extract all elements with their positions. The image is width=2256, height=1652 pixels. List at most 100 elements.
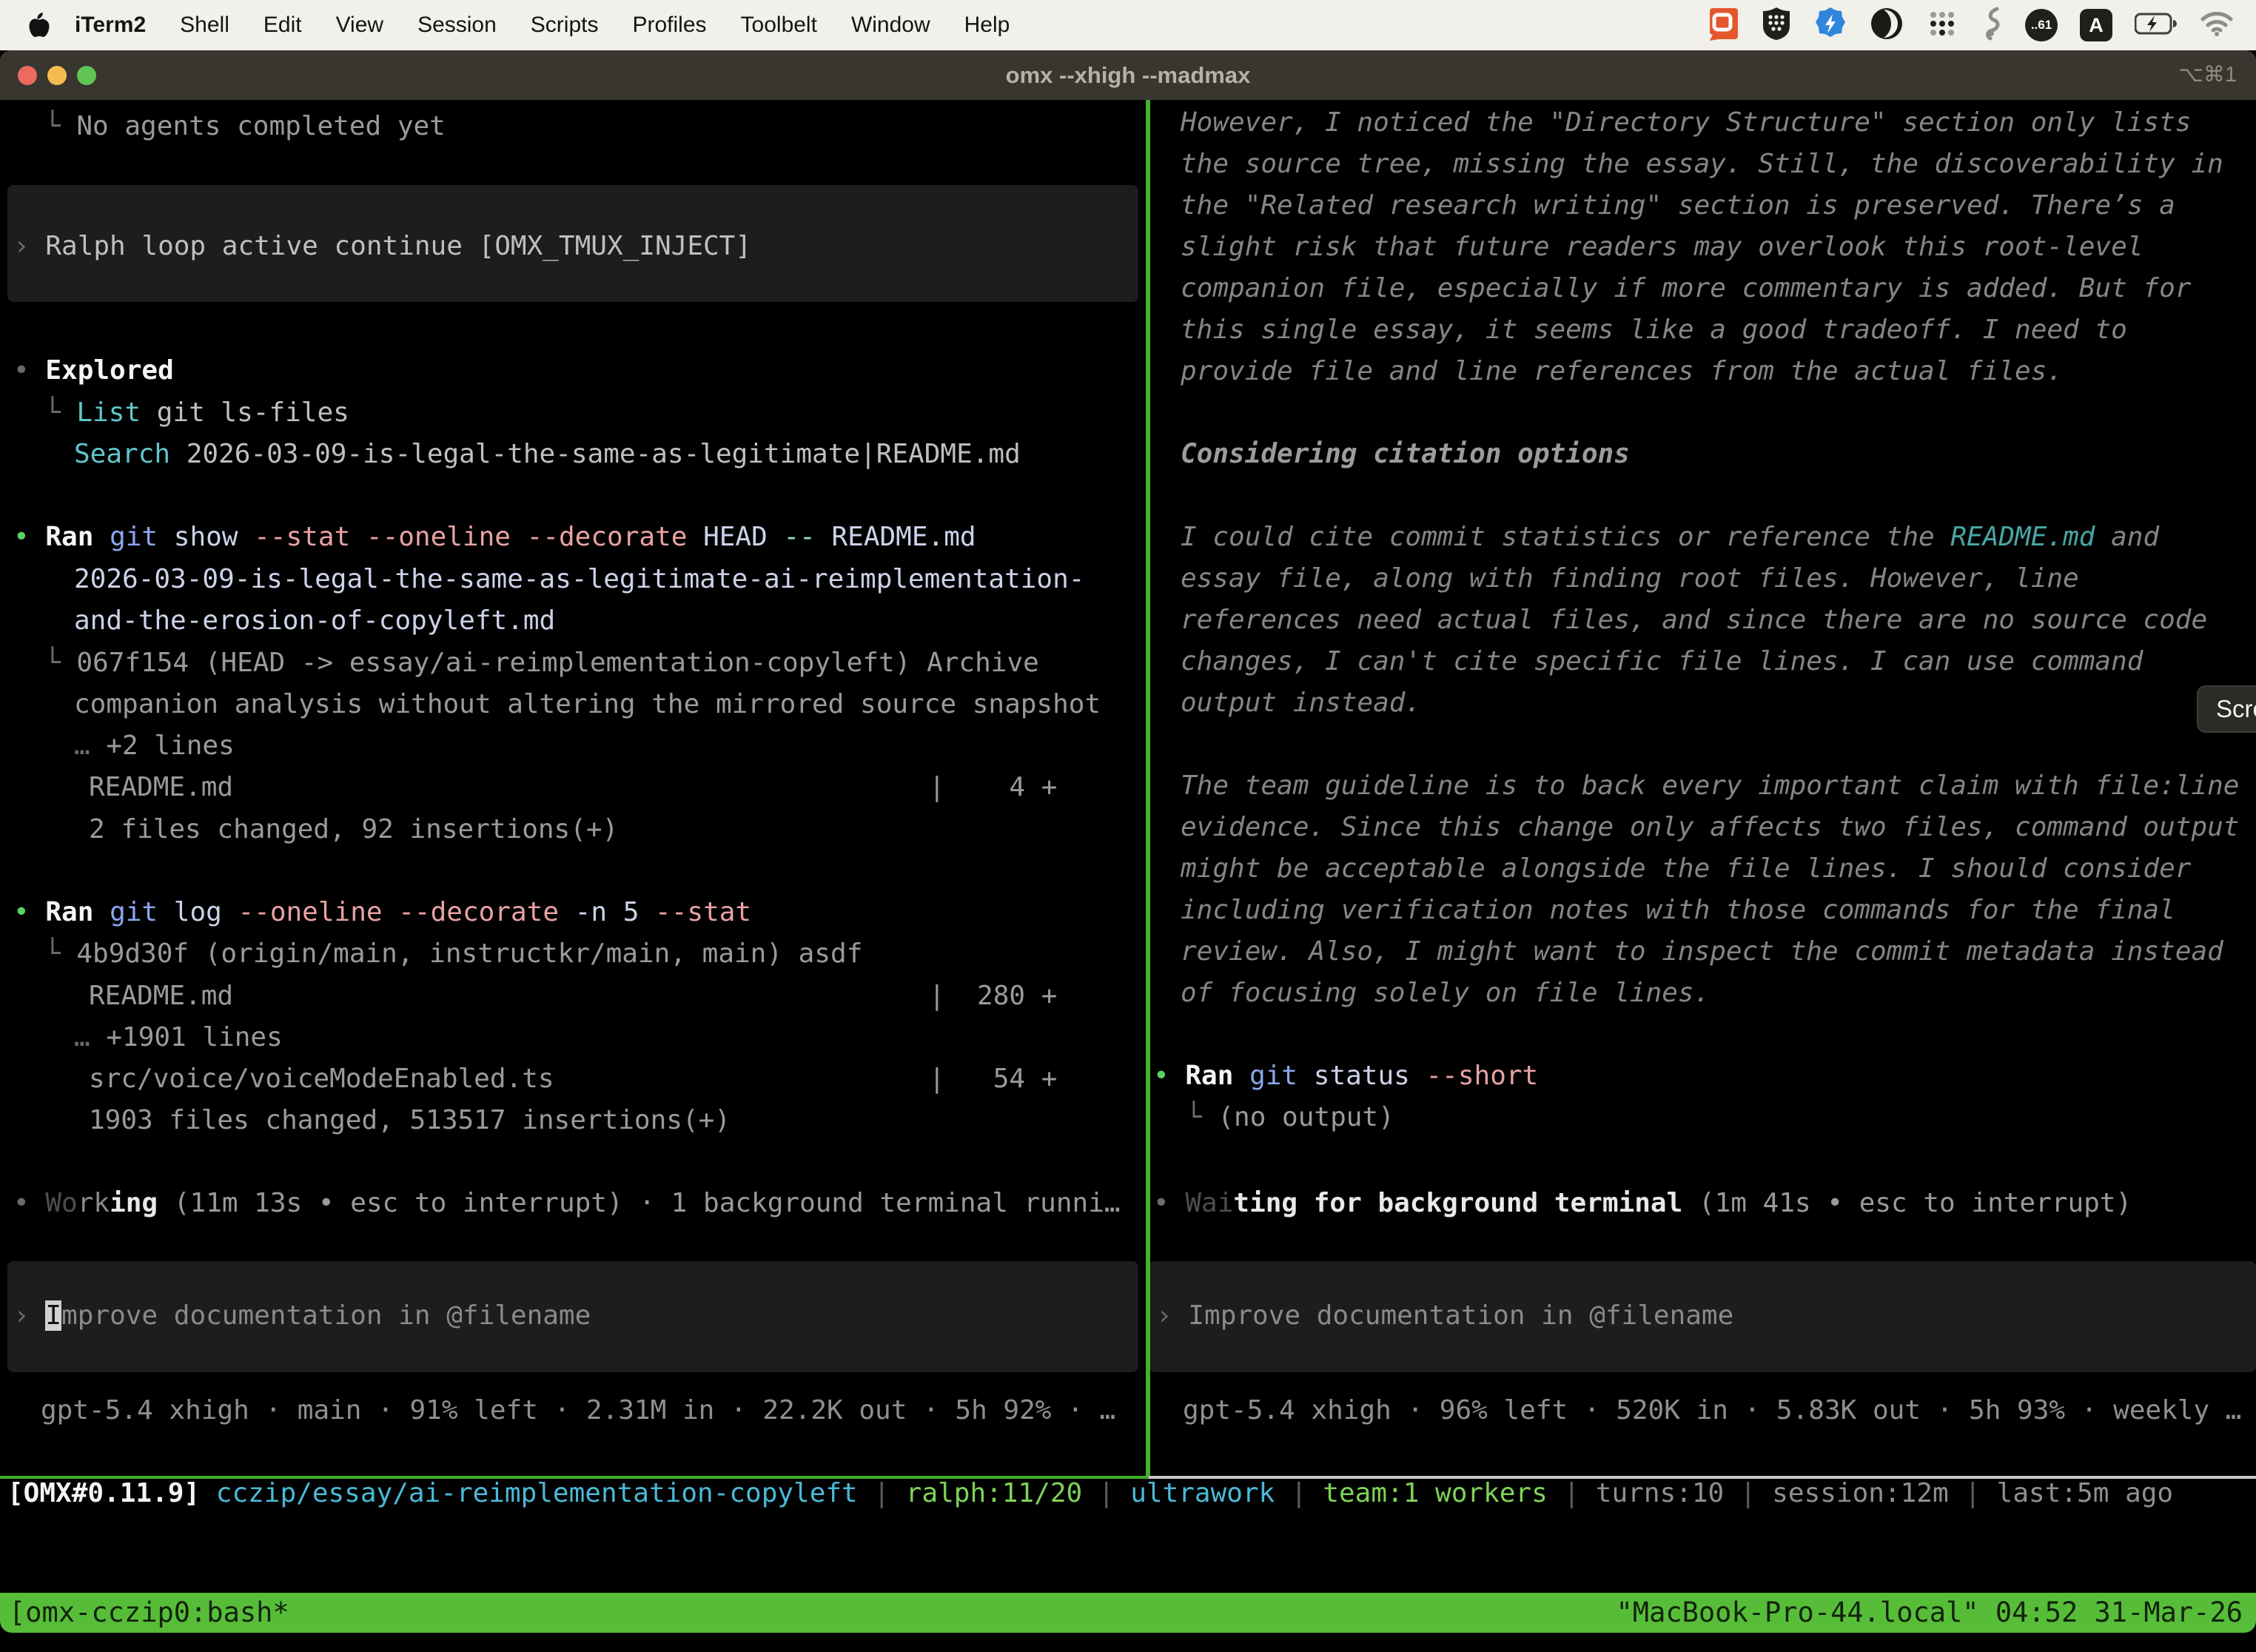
text-segment: ultrawork (1130, 1478, 1275, 1508)
text-segment: ting for background terminal (1233, 1188, 1682, 1218)
menu-item-edit[interactable]: Edit (246, 13, 319, 38)
text-segment: └ (44, 397, 76, 428)
menu-item-profiles[interactable]: Profiles (615, 13, 723, 38)
text-segment: status (1297, 1061, 1426, 1091)
citation-line-3: references need actual files, and since … (1181, 601, 2207, 639)
text-segment[interactable]: › (13, 1300, 45, 1331)
menu-item-shell[interactable]: Shell (163, 13, 246, 38)
text-segment: -- (783, 522, 815, 552)
text-segment: └ (44, 111, 76, 141)
text-segment: I could cite commit statistics or refere… (1181, 522, 1950, 552)
text-segment: gpt-5.4 xhigh · main · 91% left · 2.31M … (41, 1395, 1115, 1426)
menu-status-icons: ..61 A (1705, 7, 2256, 44)
reasoning-heading: Considering citation options (1181, 435, 1630, 474)
text-segment: of focusing solely on file lines. (1181, 978, 1710, 1008)
explored-search-line: Search 2026-03-09-is-legal-the-same-as-l… (74, 435, 1021, 474)
text-segment: | (1548, 1478, 1596, 1508)
text-segment: companion file, especially if more comme… (1181, 273, 2191, 303)
text-segment: provide file and line references from th… (1181, 356, 2063, 386)
agents-completed-line: └ No agents completed yet (44, 107, 446, 146)
screen: iTerm2ShellEditViewSessionScriptsProfile… (0, 0, 2256, 1652)
tmux-session-label: [omx-cczip0:bash* (9, 1593, 289, 1633)
diffstat-summary-line-2: 1903 files changed, 513517 insertions(+) (89, 1101, 731, 1140)
explored-list-line: └ List git ls-files (44, 394, 349, 432)
text-segment[interactable]: mprove documentation in @filename (61, 1300, 591, 1331)
text-segment: -n 5 (559, 897, 655, 927)
shield-grid-icon[interactable] (1762, 7, 1791, 44)
menu-item-iterm2[interactable]: iTerm2 (58, 13, 163, 38)
text-segment: cczip/essay/ai-reimplementation-copyleft (216, 1478, 858, 1508)
text-segment: 2 files changed, 92 insertions(+) (89, 814, 618, 845)
text-segment: --oneline (238, 897, 382, 927)
text-segment: +1901 lines (106, 1022, 282, 1052)
ralph-loop-injected-prompt[interactable]: › Ralph loop active continue [OMX_TMUX_I… (13, 227, 751, 266)
menu-item-view[interactable]: View (319, 13, 400, 38)
diffstat-voice-file-line: src/voice/voiceModeEnabled.ts (89, 1060, 554, 1098)
text-segment: slight risk that future readers may over… (1181, 232, 2143, 262)
text-segment (200, 1478, 216, 1508)
reasoning-line-6: this single essay, it seems like a good … (1181, 311, 2127, 349)
prompt-input-right[interactable]: › Improve documentation in @filename (1156, 1297, 1733, 1335)
menu-item-scripts[interactable]: Scripts (514, 13, 616, 38)
chat-icon[interactable] (1705, 7, 1739, 44)
text-segment[interactable]: I (45, 1300, 61, 1331)
text-segment[interactable]: › (13, 231, 45, 261)
text-segment: └ (44, 648, 76, 678)
menu-item-help[interactable]: Help (947, 13, 1027, 38)
text-segment (350, 522, 366, 552)
pane-divider[interactable] (1146, 100, 1150, 1476)
text-segment: Explored (45, 355, 173, 386)
squiggle-icon[interactable] (1981, 7, 2003, 44)
text-segment: 2026-03-09-is-legal-the-same-as-legitima… (74, 564, 1084, 594)
wifi-icon[interactable] (2200, 11, 2234, 40)
text-segment: (1m 41s • esc to interrupt) (1699, 1188, 2132, 1218)
text-segment: • (1153, 1188, 1185, 1218)
text-segment: rk (78, 1188, 110, 1218)
elided-lines-indicator: … +2 lines (74, 727, 235, 765)
kaleidoscope-icon[interactable] (1870, 7, 1904, 44)
dots-grid-icon[interactable] (1926, 7, 1958, 44)
text-segment: ing (110, 1188, 158, 1218)
blue-badge-icon[interactable] (1813, 7, 1847, 44)
text-segment: Considering citation options (1181, 439, 1630, 469)
text-segment: HEAD (687, 522, 783, 552)
tmux-host-clock: "MacBook-Pro-44.local" 04:52 31-Mar-26 (1617, 1593, 2243, 1633)
text-segment (1682, 1188, 1699, 1218)
text-segment: log (158, 897, 238, 927)
menu-item-toolbelt[interactable]: Toolbelt (724, 13, 834, 38)
diffstat-summary-line: 2 files changed, 92 insertions(+) (89, 810, 618, 849)
commit-message-line: companion analysis without altering the … (74, 685, 1101, 724)
text-segment: git (1249, 1061, 1297, 1091)
text-segment: including verification notes with those … (1181, 895, 2175, 925)
text-segment: changes, I can't cite specific file line… (1181, 646, 2143, 676)
explored-header: • Explored (13, 352, 174, 390)
citation-line-5: output instead. (1181, 684, 1421, 722)
menu-item-window[interactable]: Window (834, 13, 947, 38)
prompt-input-left[interactable]: › Improve documentation in @filename (13, 1297, 591, 1335)
text-segment: evidence. Since this change only affects… (1181, 812, 2239, 842)
commit-067f154-line: └ 067f154 (HEAD -> essay/ai-reimplementa… (44, 644, 1039, 682)
text-segment: Ran (45, 897, 93, 927)
citation-line-4: changes, I can't cite specific file line… (1181, 642, 2143, 681)
text-segment: README.md (1950, 522, 2095, 552)
screen-notification-tooltip[interactable]: Scre (2197, 685, 2256, 733)
text-segment: Search (74, 439, 170, 469)
apple-menu-icon[interactable] (28, 12, 50, 38)
text-segment[interactable]: Improve documentation in @filename (1188, 1300, 1733, 1331)
text-segment: | (858, 1478, 906, 1508)
text-segment: The team guideline is to back every impo… (1181, 770, 2239, 801)
text-segment: └ (44, 939, 76, 969)
text-segment: and-the-erosion-of-copyleft.md (74, 605, 555, 636)
input-source-icon[interactable]: A (2080, 9, 2112, 41)
countdown-badge-icon[interactable]: ..61 (2025, 9, 2058, 41)
text-segment: • (13, 1188, 45, 1218)
text-segment: (no output) (1218, 1102, 1394, 1132)
battery-icon[interactable] (2135, 13, 2178, 38)
guideline-line-5: review. Also, I might want to inspect th… (1181, 933, 2223, 971)
reasoning-line-5: companion file, especially if more comme… (1181, 269, 2191, 308)
citation-line-2: essay file, along with finding root file… (1181, 560, 2079, 598)
text-segment[interactable]: › (1156, 1300, 1188, 1331)
text-segment[interactable]: Ralph loop active continue [OMX_TMUX_INJ… (45, 231, 751, 261)
text-segment: • (13, 897, 45, 927)
menu-item-session[interactable]: Session (400, 13, 514, 38)
